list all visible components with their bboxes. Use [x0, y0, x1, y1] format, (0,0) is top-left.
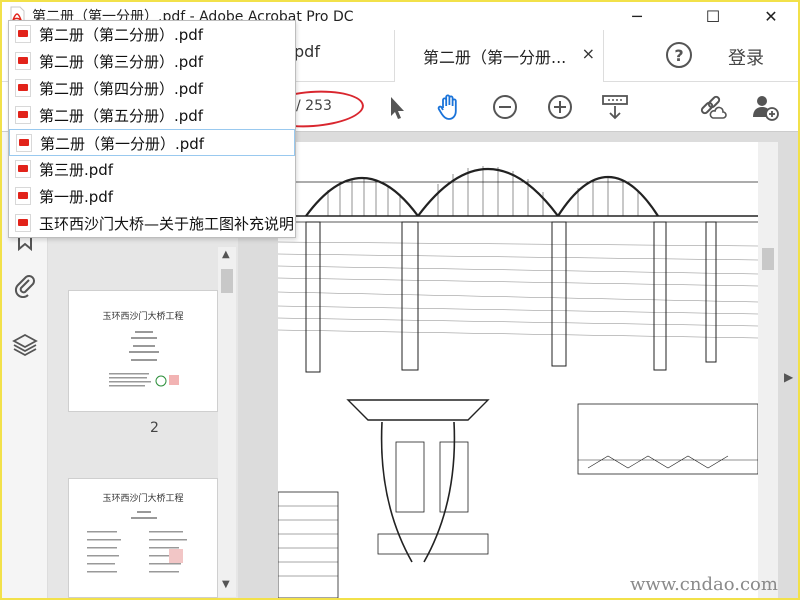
recent-file-label: 玉环西沙门大桥—关于施工图补充说明	[39, 215, 295, 233]
pdf-file-icon	[15, 160, 31, 178]
thumbnail-page-number: 2	[150, 420, 159, 436]
recent-file-item[interactable]: 第二册（第四分册）.pdf	[9, 75, 295, 102]
tab-active-document[interactable]: 第二册（第一分册... ×	[394, 30, 604, 82]
recent-file-label: 第二册（第三分册）.pdf	[39, 53, 204, 71]
page-thumbnail-3[interactable]: 玉环西沙门大桥工程	[68, 478, 218, 598]
thumbnail-content	[87, 511, 187, 573]
pdf-file-icon	[15, 52, 31, 70]
recent-file-label: 第二册（第二分册）.pdf	[39, 26, 204, 44]
recent-file-item-selected[interactable]: 第二册（第一分册）.pdf	[9, 129, 295, 156]
recent-file-item[interactable]: 玉环西沙门大桥—关于施工图补充说明	[9, 210, 295, 237]
pdf-file-icon	[15, 214, 31, 232]
minimize-icon: ─	[632, 6, 642, 26]
recent-file-label: 第二册（第四分册）.pdf	[39, 80, 204, 98]
maximize-icon: ☐	[705, 6, 721, 26]
recent-file-label: 第二册（第五分册）.pdf	[39, 107, 204, 125]
document-scrollbar[interactable]	[758, 142, 778, 598]
tab-previous-document[interactable]: pdf	[294, 42, 320, 61]
document-page	[278, 142, 758, 598]
pdf-file-icon	[15, 79, 31, 97]
scroll-up-icon[interactable]: ▲	[222, 249, 230, 260]
page-thumbnail-2[interactable]: 玉环西沙门大桥工程	[68, 290, 218, 412]
login-button[interactable]: 登录	[728, 44, 764, 70]
add-user-icon[interactable]	[750, 92, 780, 122]
recent-file-label: 第三册.pdf	[39, 161, 114, 179]
bridge-drawing	[278, 166, 758, 598]
zoom-out-icon[interactable]	[490, 92, 520, 122]
pdf-file-icon	[16, 134, 32, 152]
watermark-text: www.cndao.com	[630, 574, 778, 595]
tab-active-label: 第二册（第一分册...	[423, 48, 567, 67]
thumbnails-scroll-thumb[interactable]	[221, 269, 233, 293]
select-arrow-icon[interactable]	[382, 92, 412, 122]
thumbnail-content	[109, 331, 179, 387]
recent-file-item[interactable]: 第三册.pdf	[9, 156, 295, 183]
acrobat-window: 第二册（第一分册）.pdf - Adobe Acrobat Pro DC ─ ☐…	[0, 0, 800, 600]
share-link-icon[interactable]	[697, 92, 727, 122]
recent-file-item[interactable]: 第二册（第三分册）.pdf	[9, 48, 295, 75]
hand-icon[interactable]	[434, 92, 464, 122]
pdf-file-icon	[15, 25, 31, 43]
maximize-button[interactable]: ☐	[690, 2, 736, 30]
recent-file-item[interactable]: 第一册.pdf	[9, 183, 295, 210]
close-window-button[interactable]: ✕	[748, 2, 794, 30]
pdf-file-icon	[15, 106, 31, 124]
paperclip-icon[interactable]	[12, 272, 38, 298]
scroll-mode-icon[interactable]	[600, 92, 630, 122]
close-icon: ✕	[764, 6, 778, 26]
recent-file-item[interactable]: 第二册（第五分册）.pdf	[9, 102, 295, 129]
tab-close-icon[interactable]: ×	[582, 44, 595, 63]
minimize-button[interactable]: ─	[614, 2, 660, 30]
zoom-in-icon[interactable]	[545, 92, 575, 122]
scroll-down-icon[interactable]: ▼	[222, 579, 230, 590]
help-icon[interactable]: ?	[666, 42, 692, 68]
recent-file-label: 第二册（第一分册）.pdf	[40, 135, 205, 153]
recent-file-item[interactable]: 第二册（第二分册）.pdf	[9, 21, 295, 48]
expand-right-pane-icon[interactable]: ▶	[784, 370, 793, 384]
layers-icon[interactable]	[12, 332, 38, 358]
thumbnails-scrollbar[interactable]: ▲ ▼	[218, 247, 236, 597]
document-scroll-thumb[interactable]	[762, 248, 774, 270]
recent-files-dropdown: 第二册（第二分册）.pdf 第二册（第三分册）.pdf 第二册（第四分册）.pd…	[8, 20, 296, 238]
recent-file-label: 第一册.pdf	[39, 188, 114, 206]
pdf-file-icon	[15, 187, 31, 205]
